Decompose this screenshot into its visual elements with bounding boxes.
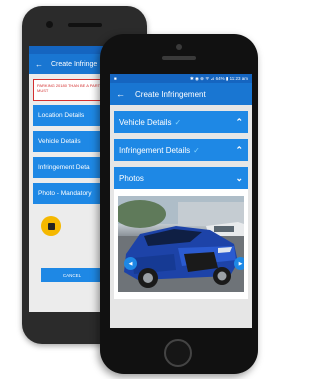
vehicle-photo: ◀ ▶ [118,196,244,292]
page-title: Create Infringement [135,89,206,99]
iphone-screen: ■ ✱ ◉ ⊕ ᯤ ⊿ 64% ▮ 11:23 am ← Create Infr… [110,74,252,328]
earpiece-speaker [68,23,102,27]
chevron-up-icon[interactable]: ⌃ [235,145,243,156]
chevron-down-icon[interactable]: ⌄ [235,173,243,184]
back-arrow-icon[interactable]: ← [35,60,43,69]
gallery-button[interactable] [41,216,61,236]
status-right: ✱ ◉ ⊕ ᯤ ⊿ 64% ▮ 11:23 am [189,75,248,81]
back-arrow-icon[interactable]: ← [116,89,125,99]
check-icon: ✓ [193,145,200,155]
gallery-icon [47,222,55,230]
chevron-up-icon[interactable]: ⌃ [235,117,243,128]
home-button[interactable] [164,339,192,367]
photo-panel: ◀ ▶ [114,189,248,299]
iphone: ■ ✱ ◉ ⊕ ᯤ ⊿ 64% ▮ 11:23 am ← Create Infr… [100,34,258,374]
app-bar: ← Create Infringement [110,83,252,105]
next-photo-button[interactable]: ▶ [234,257,244,270]
section-vehicle-details[interactable]: Vehicle Details ✓ ⌃ [114,111,248,133]
section-label: Photos [119,173,144,183]
status-left: ■ [114,76,117,81]
status-bar: ■ ✱ ◉ ⊕ ᯤ ⊿ 64% ▮ 11:23 am [110,74,252,83]
section-infringement-details[interactable]: Infringement Details ✓ ⌃ [114,139,248,161]
cancel-button[interactable]: CANCEL [41,268,103,282]
section-label: Vehicle Details [119,117,172,127]
section-label: Infringement Details [119,145,191,155]
front-camera [176,44,182,50]
front-camera [46,21,53,28]
section-photos[interactable]: Photos ⌄ [114,167,248,189]
previous-photo-button[interactable]: ◀ [124,257,137,270]
earpiece-speaker [162,56,196,60]
page-title: Create Infringe [51,60,98,68]
check-icon: ✓ [174,117,182,127]
car-illustration [118,196,244,292]
